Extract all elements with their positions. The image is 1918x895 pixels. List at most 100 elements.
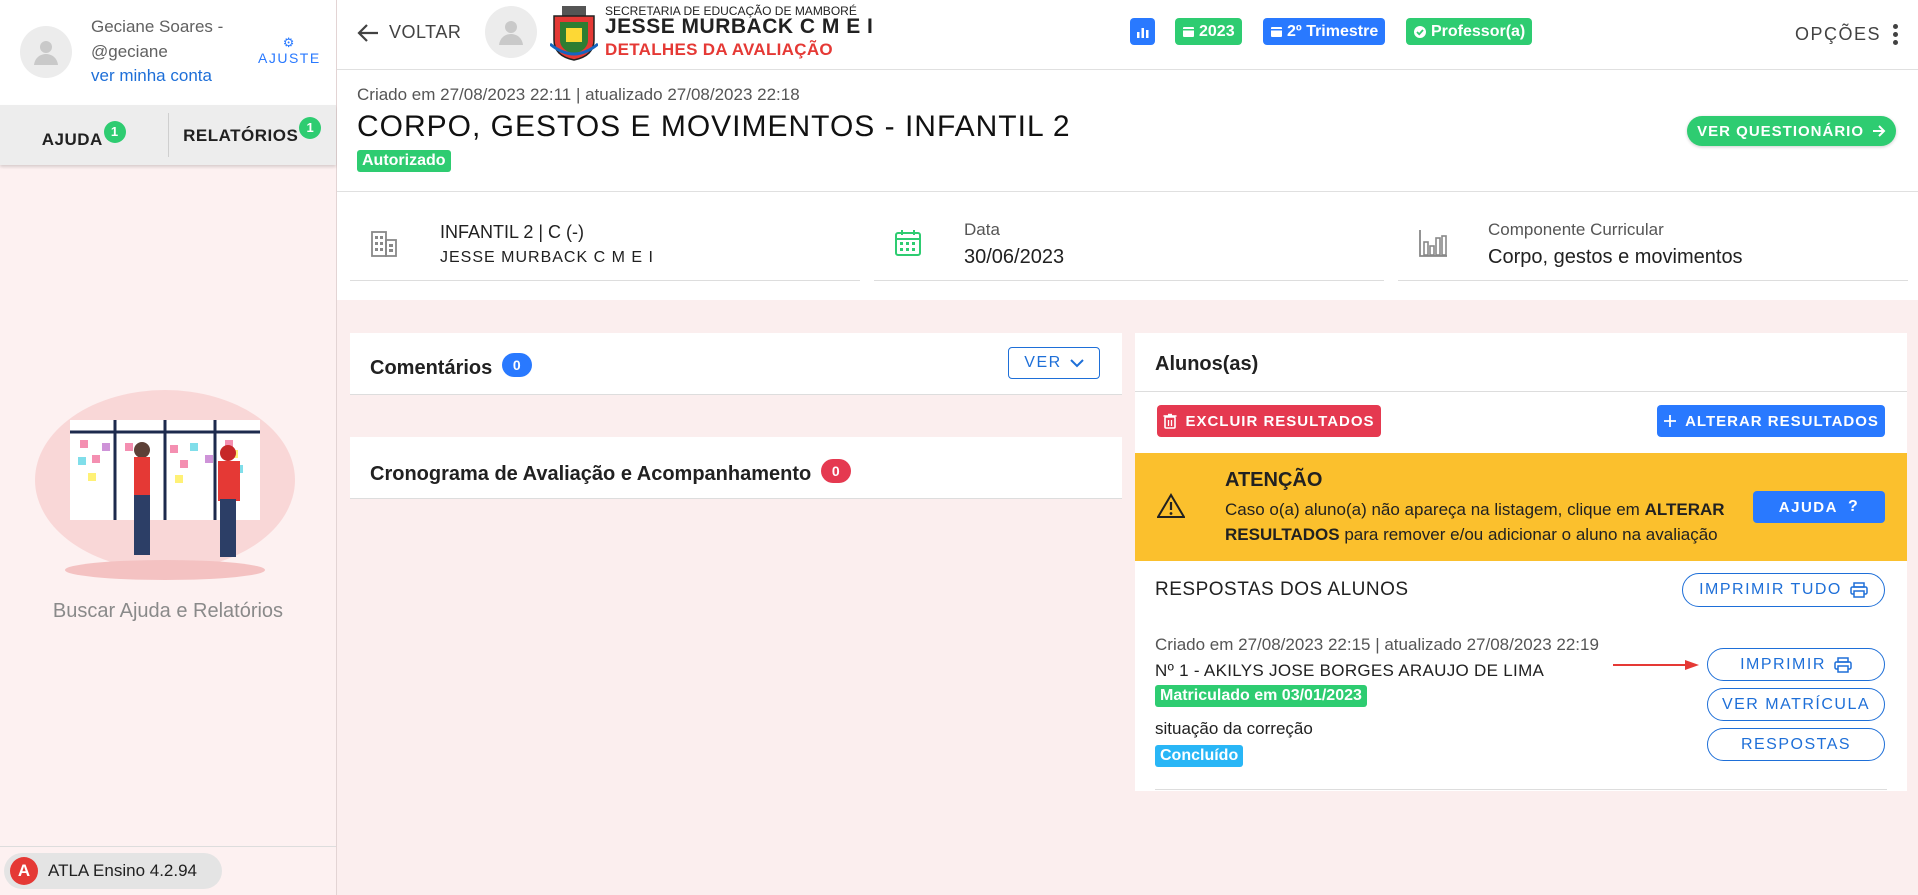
students-title: Alunos(as) xyxy=(1155,353,1259,375)
date-info: Data 30/06/2023 xyxy=(874,204,1384,281)
page-subtitle: DETALHES DA AVALIAÇÃO xyxy=(605,40,833,59)
help-button[interactable]: AJUDA ? xyxy=(1753,491,1885,523)
printer-icon xyxy=(1850,582,1868,598)
date-value: 30/06/2023 xyxy=(964,246,1065,268)
check-circle-icon xyxy=(1414,25,1426,38)
sidebar: Geciane Soares - @geciane ver minha cont… xyxy=(0,0,337,895)
help-illustration xyxy=(35,390,295,580)
notification-badge: 1 xyxy=(103,121,126,143)
sidebar-tabs: AJUDA 1 RELATÓRIOS 1 xyxy=(0,105,336,165)
avatar[interactable] xyxy=(20,26,72,78)
divider xyxy=(1135,391,1907,392)
attention-title: ATENÇÃO xyxy=(1225,469,1323,491)
comments-title-row: Comentários 0 xyxy=(370,353,532,380)
printer-icon xyxy=(1834,656,1852,673)
year-label: 2023 xyxy=(1199,22,1235,40)
status-badge: Autorizado xyxy=(357,150,451,172)
building-icon xyxy=(371,231,397,257)
attention-alert: ATENÇÃO Caso o(a) aluno(a) não apareça n… xyxy=(1135,453,1907,561)
correction-status-badge: Concluído xyxy=(1155,745,1244,767)
button-label: AJUDA xyxy=(1778,498,1838,516)
calendar-icon xyxy=(895,230,921,256)
tab-label: RELATÓRIOS xyxy=(183,126,299,145)
tab-label: AJUDA xyxy=(41,130,103,149)
view-enrollment-button[interactable]: VER MATRÍCULA xyxy=(1707,688,1885,721)
role-chip[interactable]: Professor(a) xyxy=(1406,18,1533,45)
component-value: Corpo, gestos e movimentos xyxy=(1488,246,1743,268)
term-chip[interactable]: 2º Trimestre xyxy=(1263,18,1386,45)
answers-button[interactable]: RESPOSTAS xyxy=(1707,728,1885,761)
version-badge[interactable]: A ATLA Ensino 4.2.94 xyxy=(4,853,222,889)
component-label: Componente Curricular xyxy=(1488,220,1664,239)
org-school: JESSE MURBACK C M E I xyxy=(605,15,874,38)
comments-panel: Comentários 0 VER xyxy=(350,333,1122,395)
user-icon xyxy=(34,41,58,65)
tab-help[interactable]: AJUDA 1 xyxy=(0,105,168,165)
schedule-title-row: Cronograma de Avaliação e Acompanhamento… xyxy=(370,459,851,486)
button-label: VER QUESTIONÁRIO xyxy=(1697,122,1864,140)
bar-chart-icon xyxy=(1419,230,1447,257)
warning-icon xyxy=(1157,493,1185,518)
entry-timestamps: Criado em 27/08/2023 22:15 | atualizado … xyxy=(1155,635,1599,654)
kebab-icon xyxy=(1893,24,1898,45)
arrow-left-icon xyxy=(357,23,378,42)
year-chip[interactable]: 2023 xyxy=(1175,18,1242,45)
gear-icon: ⚙ xyxy=(282,35,296,50)
red-arrow-annotation xyxy=(1613,660,1699,670)
button-label: IMPRIMIR xyxy=(1740,655,1826,673)
user-icon xyxy=(499,21,523,45)
back-label: VOLTAR xyxy=(389,22,462,42)
user-panel: Geciane Soares - @geciane ver minha cont… xyxy=(0,0,336,105)
notification-badge: 1 xyxy=(299,117,322,139)
plus-icon xyxy=(1664,415,1677,427)
atla-logo-icon: A xyxy=(10,857,38,885)
back-button[interactable]: VOLTAR xyxy=(357,22,461,43)
student-name: Nº 1 - AKILYS JOSE BORGES ARAUJO DE LIMA xyxy=(1155,661,1545,680)
print-button[interactable]: IMPRIMIR xyxy=(1707,648,1885,681)
button-label: VER xyxy=(1024,354,1062,371)
students-panel: Alunos(as) EXCLUIR RESULTADOS ALTERAR RE… xyxy=(1135,333,1907,791)
chart-icon xyxy=(1136,27,1148,38)
version-label: ATLA Ensino 4.2.94 xyxy=(48,861,198,880)
user-name: Geciane Soares - @geciane xyxy=(91,17,224,61)
divider xyxy=(1155,789,1887,790)
calendar-icon xyxy=(1183,27,1194,37)
class-info: INFANTIL 2 | C (-) JESSE MURBACK C M E I xyxy=(350,204,860,281)
term-label: 2º Trimestre xyxy=(1287,22,1379,40)
adjust-label: AJUSTE xyxy=(258,50,321,66)
correction-label: situação da correção xyxy=(1155,719,1313,738)
trash-icon xyxy=(1163,413,1177,429)
adjust-button[interactable]: ⚙ AJUSTE xyxy=(258,35,321,67)
change-results-button[interactable]: ALTERAR RESULTADOS xyxy=(1657,405,1885,437)
info-row: INFANTIL 2 | C (-) JESSE MURBACK C M E I… xyxy=(337,192,1918,300)
calendar-icon xyxy=(1271,27,1282,37)
delete-results-button[interactable]: EXCLUIR RESULTADOS xyxy=(1157,405,1381,437)
comments-title: Comentários xyxy=(370,357,493,379)
schedule-title: Cronograma de Avaliação e Acompanhamento xyxy=(370,463,812,485)
button-label: RESPOSTAS xyxy=(1740,735,1852,753)
date-label: Data xyxy=(964,220,1000,239)
class-name: INFANTIL 2 | C (-) xyxy=(440,222,585,242)
options-menu[interactable]: OPÇÕES xyxy=(1795,24,1898,45)
print-all-button[interactable]: IMPRIMIR TUDO xyxy=(1682,573,1885,607)
top-bar: VOLTAR SECRETARIA DE EDUCAÇÃO DE MAMBORÉ… xyxy=(337,0,1918,70)
chevron-down-icon xyxy=(1069,359,1084,368)
timestamps: Criado em 27/08/2023 22:11 | atualizado … xyxy=(357,85,800,104)
component-info: Componente Curricular Corpo, gestos e mo… xyxy=(1398,204,1908,281)
help-text: Buscar Ajuda e Relatórios xyxy=(52,600,284,622)
role-label: Professor(a) xyxy=(1431,22,1526,40)
view-questionnaire-button[interactable]: VER QUESTIONÁRIO xyxy=(1687,116,1896,146)
tab-reports[interactable]: RELATÓRIOS 1 xyxy=(167,113,337,157)
button-label: VER MATRÍCULA xyxy=(1721,695,1871,713)
view-comments-button[interactable]: VER xyxy=(1008,347,1100,379)
chart-chip[interactable] xyxy=(1130,18,1155,45)
schedule-panel[interactable]: Cronograma de Avaliação e Acompanhamento… xyxy=(350,437,1122,499)
button-label: IMPRIMIR TUDO xyxy=(1699,581,1842,598)
school-avatar xyxy=(485,6,537,58)
button-label: EXCLUIR RESULTADOS xyxy=(1185,412,1375,430)
schedule-count-badge: 0 xyxy=(820,459,851,483)
page-title: CORPO, GESTOS E MOVIMENTOS - INFANTIL 2 xyxy=(357,110,1071,143)
city-crest-logo xyxy=(550,6,598,61)
account-link[interactable]: ver minha conta xyxy=(91,66,212,86)
options-label: OPÇÕES xyxy=(1794,24,1881,44)
